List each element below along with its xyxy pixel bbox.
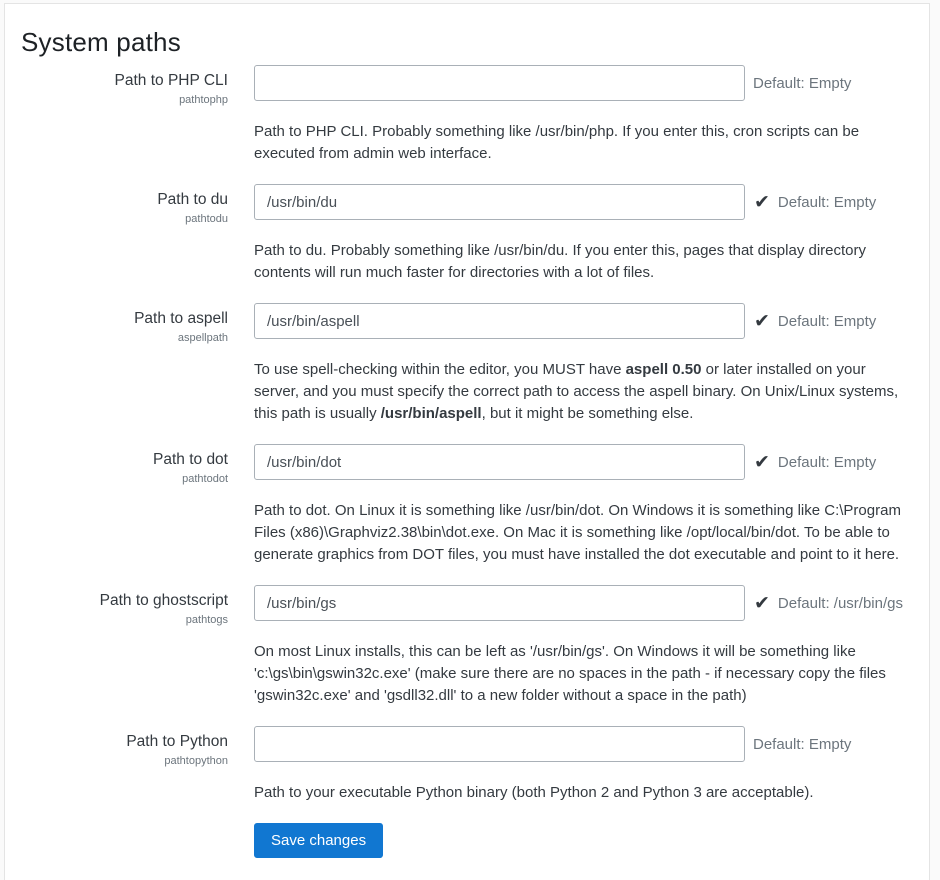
default-value-label: Default: Empty: [778, 194, 876, 211]
save-changes-button[interactable]: Save changes: [254, 823, 383, 858]
description-text: On most Linux installs, this can be left…: [254, 643, 886, 704]
setting-label-col: Path to PHP CLI pathtophp: [21, 65, 228, 165]
settings-card: System paths Path to PHP CLI pathtophp D…: [4, 3, 930, 880]
save-row-content: Save changes: [254, 823, 913, 858]
default-value-label: Default: Empty: [778, 313, 876, 330]
setting-shortname: pathtopython: [21, 754, 228, 769]
setting-shortname: pathtodot: [21, 472, 228, 487]
input-line: Default: Empty: [254, 726, 913, 762]
default-value-label: Default: Empty: [778, 454, 876, 471]
setting-label: Path to dot: [21, 450, 228, 470]
check-icon: ✔: [754, 453, 770, 472]
check-icon: ✔: [754, 594, 770, 613]
setting-label: Path to ghostscript: [21, 591, 228, 611]
setting-pathtodot: Path to dot pathtodot ✔ Default: Empty P…: [21, 444, 913, 566]
setting-pathtophp: Path to PHP CLI pathtophp Default: Empty…: [21, 65, 913, 165]
setting-description: Path to PHP CLI. Probably something like…: [254, 121, 913, 165]
description-text: Path to your executable Python binary (b…: [254, 784, 814, 801]
save-row-spacer: [21, 823, 228, 858]
setting-content-col: ✔ Default: /usr/bin/gs On most Linux ins…: [254, 585, 913, 707]
description-text: , but it might be something else.: [482, 405, 694, 422]
setting-label: Path to Python: [21, 732, 228, 752]
setting-description: To use spell-checking within the editor,…: [254, 359, 913, 425]
setting-shortname: aspellpath: [21, 331, 228, 346]
setting-shortname: pathtophp: [21, 93, 228, 108]
page-title: System paths: [21, 25, 913, 59]
setting-label-col: Path to dot pathtodot: [21, 444, 228, 566]
aspellpath-input[interactable]: [254, 303, 745, 339]
check-icon: ✔: [754, 312, 770, 331]
input-line: ✔ Default: Empty: [254, 444, 913, 480]
setting-pathtogs: Path to ghostscript pathtogs ✔ Default: …: [21, 585, 913, 707]
input-line: ✔ Default: Empty: [254, 184, 913, 220]
pathtogs-input[interactable]: [254, 585, 745, 621]
setting-label-col: Path to aspell aspellpath: [21, 303, 228, 425]
setting-shortname: pathtodu: [21, 212, 228, 227]
pathtodot-input[interactable]: [254, 444, 745, 480]
setting-label: Path to aspell: [21, 309, 228, 329]
input-line: Default: Empty: [254, 65, 913, 101]
setting-label-col: Path to ghostscript pathtogs: [21, 585, 228, 707]
setting-content-col: ✔ Default: Empty To use spell-checking w…: [254, 303, 913, 425]
setting-content-col: Default: Empty Path to your executable P…: [254, 726, 913, 804]
setting-pathtopython: Path to Python pathtopython Default: Emp…: [21, 726, 913, 804]
default-value-label: Default: Empty: [753, 75, 851, 92]
setting-pathtodu: Path to du pathtodu ✔ Default: Empty Pat…: [21, 184, 913, 284]
save-row: Save changes: [21, 823, 913, 858]
input-line: ✔ Default: Empty: [254, 303, 913, 339]
setting-content-col: ✔ Default: Empty Path to du. Probably so…: [254, 184, 913, 284]
setting-description: Path to dot. On Linux it is something li…: [254, 500, 913, 566]
description-text: Path to dot. On Linux it is something li…: [254, 502, 901, 563]
default-value-label: Default: Empty: [753, 736, 851, 753]
setting-content-col: ✔ Default: Empty Path to dot. On Linux i…: [254, 444, 913, 566]
check-icon: ✔: [754, 193, 770, 212]
setting-shortname: pathtogs: [21, 613, 228, 628]
setting-aspellpath: Path to aspell aspellpath ✔ Default: Emp…: [21, 303, 913, 425]
default-value-label: Default: /usr/bin/gs: [778, 595, 903, 612]
setting-content-col: Default: Empty Path to PHP CLI. Probably…: [254, 65, 913, 165]
setting-label: Path to du: [21, 190, 228, 210]
pathtophp-input[interactable]: [254, 65, 745, 101]
setting-description: Path to your executable Python binary (b…: [254, 782, 913, 804]
input-line: ✔ Default: /usr/bin/gs: [254, 585, 913, 621]
description-text-bold: /usr/bin/aspell: [381, 405, 482, 422]
setting-label-col: Path to Python pathtopython: [21, 726, 228, 804]
description-text-bold: aspell 0.50: [626, 361, 702, 378]
description-text: To use spell-checking within the editor,…: [254, 361, 626, 378]
setting-label-col: Path to du pathtodu: [21, 184, 228, 284]
description-text: Path to PHP CLI. Probably something like…: [254, 123, 859, 162]
setting-description: Path to du. Probably something like /usr…: [254, 240, 913, 284]
setting-label: Path to PHP CLI: [21, 71, 228, 91]
description-text: Path to du. Probably something like /usr…: [254, 242, 866, 281]
pathtodu-input[interactable]: [254, 184, 745, 220]
pathtopython-input[interactable]: [254, 726, 745, 762]
setting-description: On most Linux installs, this can be left…: [254, 641, 913, 707]
